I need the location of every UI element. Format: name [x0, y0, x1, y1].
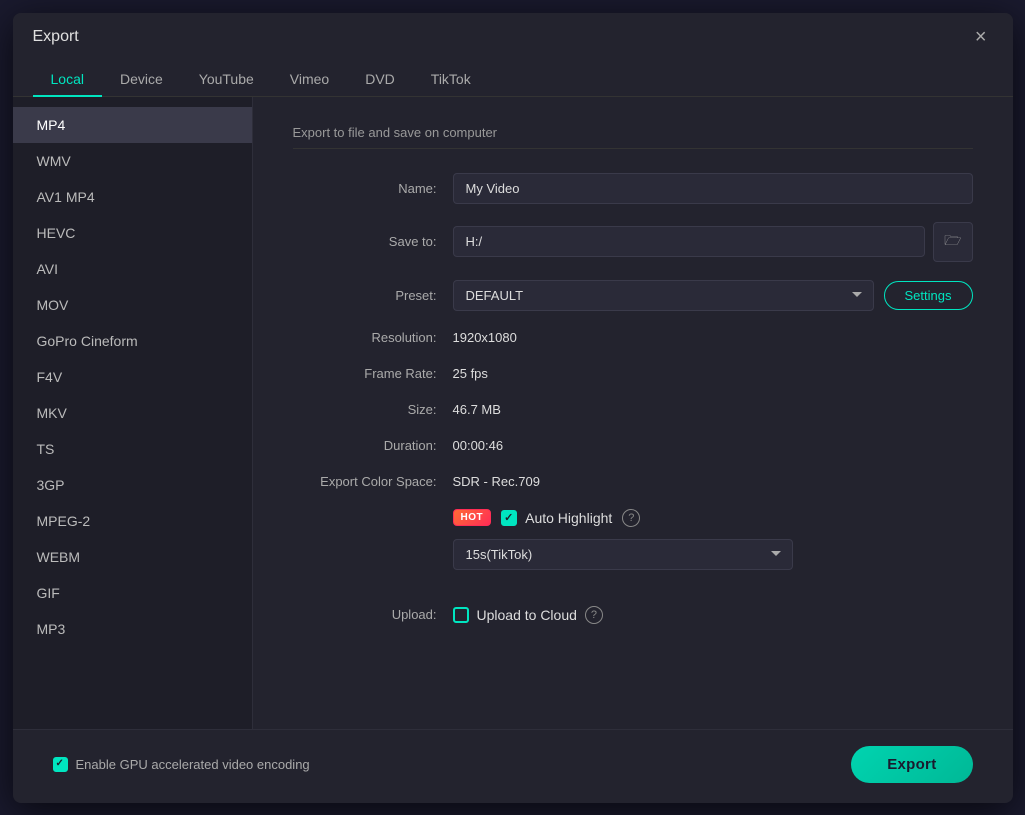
main-panel: Export to file and save on computer Name…	[253, 97, 1013, 729]
export-modal: Export × Local Device YouTube Vimeo DVD …	[13, 13, 1013, 803]
section-title: Export to file and save on computer	[293, 125, 973, 149]
size-control: 46.7 MB	[453, 401, 973, 419]
resolution-value: 1920x1080	[453, 330, 517, 345]
preset-label: Preset:	[293, 288, 453, 303]
color-space-row: Export Color Space: SDR - Rec.709	[293, 473, 973, 491]
gpu-checkbox[interactable]	[53, 757, 68, 772]
tab-local[interactable]: Local	[33, 63, 102, 97]
save-to-input[interactable]	[453, 226, 926, 257]
tab-dvd[interactable]: DVD	[347, 63, 413, 97]
resolution-label: Resolution:	[293, 330, 453, 345]
duration-dropdown[interactable]: 15s(TikTok) 30s 60s	[453, 539, 793, 570]
tabs-bar: Local Device YouTube Vimeo DVD TikTok	[13, 53, 1013, 97]
auto-highlight-text: Auto Highlight	[525, 510, 612, 526]
color-space-label: Export Color Space:	[293, 474, 453, 489]
size-label: Size:	[293, 402, 453, 417]
save-to-row: Save to: 🗁	[293, 222, 973, 262]
color-space-value: SDR - Rec.709	[453, 474, 540, 489]
name-control	[453, 173, 973, 204]
format-gopro[interactable]: GoPro Cineform	[13, 323, 252, 359]
folder-button[interactable]: 🗁	[933, 222, 972, 262]
modal-title: Export	[33, 28, 79, 46]
gpu-label[interactable]: Enable GPU accelerated video encoding	[53, 757, 310, 772]
gpu-text: Enable GPU accelerated video encoding	[76, 757, 310, 772]
size-row: Size: 46.7 MB	[293, 401, 973, 419]
close-button[interactable]: ×	[969, 25, 993, 49]
size-value: 46.7 MB	[453, 402, 501, 417]
format-mov[interactable]: MOV	[13, 287, 252, 323]
framerate-label: Frame Rate:	[293, 366, 453, 381]
content-area: MP4 WMV AV1 MP4 HEVC AVI MOV GoPro Cinef…	[13, 97, 1013, 729]
format-av1mp4[interactable]: AV1 MP4	[13, 179, 252, 215]
upload-label: Upload:	[293, 607, 453, 622]
auto-highlight-row: HOT Auto Highlight ? 15s(TikTok) 30s 60s	[293, 509, 973, 588]
duration-dropdown-row: 15s(TikTok) 30s 60s	[453, 539, 973, 570]
modal-header: Export ×	[13, 13, 1013, 49]
format-3gp[interactable]: 3GP	[13, 467, 252, 503]
duration-control: 00:00:46	[453, 437, 973, 455]
format-mp3[interactable]: MP3	[13, 611, 252, 647]
format-mp4[interactable]: MP4	[13, 107, 252, 143]
settings-button[interactable]: Settings	[884, 281, 973, 310]
preset-row: Preset: DEFAULT Custom High Quality Low …	[293, 280, 973, 311]
save-to-label: Save to:	[293, 234, 453, 249]
name-input[interactable]	[453, 173, 973, 204]
duration-label: Duration:	[293, 438, 453, 453]
upload-to-cloud-checkbox[interactable]	[453, 607, 469, 623]
preset-select[interactable]: DEFAULT Custom High Quality Low Quality	[453, 280, 874, 311]
format-mkv[interactable]: MKV	[13, 395, 252, 431]
folder-icon: 🗁	[944, 232, 961, 248]
format-wmv[interactable]: WMV	[13, 143, 252, 179]
format-ts[interactable]: TS	[13, 431, 252, 467]
auto-highlight-help-icon[interactable]: ?	[622, 509, 640, 527]
auto-highlight-checkbox[interactable]	[501, 510, 517, 526]
framerate-control: 25 fps	[453, 365, 973, 383]
duration-row: Duration: 00:00:46	[293, 437, 973, 455]
preset-control: DEFAULT Custom High Quality Low Quality …	[453, 280, 973, 311]
tab-youtube[interactable]: YouTube	[181, 63, 272, 97]
save-to-control: 🗁	[453, 222, 973, 262]
hot-badge: HOT	[453, 509, 492, 526]
export-button[interactable]: Export	[851, 746, 972, 783]
auto-highlight-label[interactable]: Auto Highlight	[501, 510, 612, 526]
name-row: Name:	[293, 173, 973, 204]
duration-value: 00:00:46	[453, 438, 504, 453]
resolution-row: Resolution: 1920x1080	[293, 329, 973, 347]
format-webm[interactable]: WEBM	[13, 539, 252, 575]
tab-vimeo[interactable]: Vimeo	[272, 63, 347, 97]
color-space-control: SDR - Rec.709	[453, 473, 973, 491]
format-hevc[interactable]: HEVC	[13, 215, 252, 251]
format-f4v[interactable]: F4V	[13, 359, 252, 395]
upload-to-cloud-text: Upload to Cloud	[477, 607, 577, 623]
tab-device[interactable]: Device	[102, 63, 181, 97]
upload-control: Upload to Cloud ?	[453, 606, 973, 624]
auto-highlight-section: HOT Auto Highlight ? 15s(TikTok) 30s 60s	[453, 509, 973, 588]
format-gif[interactable]: GIF	[13, 575, 252, 611]
footer-area: Enable GPU accelerated video encoding Ex…	[13, 729, 1013, 803]
auto-highlight-inner-row: HOT Auto Highlight ?	[453, 509, 973, 527]
format-avi[interactable]: AVI	[13, 251, 252, 287]
upload-row: Upload: Upload to Cloud ?	[293, 606, 973, 624]
format-mpeg2[interactable]: MPEG-2	[13, 503, 252, 539]
name-label: Name:	[293, 181, 453, 196]
upload-to-cloud-label[interactable]: Upload to Cloud	[453, 607, 577, 623]
format-list: MP4 WMV AV1 MP4 HEVC AVI MOV GoPro Cinef…	[13, 97, 253, 729]
upload-help-icon[interactable]: ?	[585, 606, 603, 624]
framerate-value: 25 fps	[453, 366, 488, 381]
tab-tiktok[interactable]: TikTok	[413, 63, 489, 97]
resolution-control: 1920x1080	[453, 329, 973, 347]
framerate-row: Frame Rate: 25 fps	[293, 365, 973, 383]
